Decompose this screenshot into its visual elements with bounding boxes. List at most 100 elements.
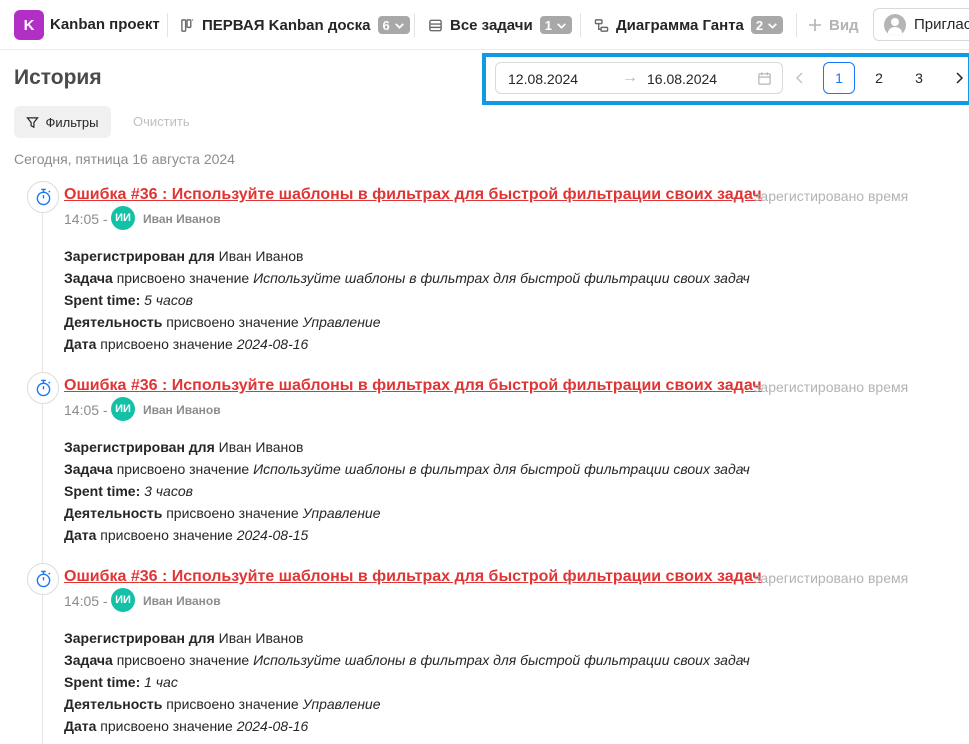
- entry-action: зарегистировано время: [754, 188, 909, 204]
- board-icon: [179, 17, 195, 33]
- gantt-count: 2: [755, 17, 764, 33]
- field-label: Дата: [64, 527, 97, 543]
- filter-icon: [26, 116, 40, 128]
- gantt-count-badge[interactable]: 2: [750, 16, 784, 34]
- field-value: 2024-08-16: [236, 718, 309, 734]
- field-label: Spent time:: [64, 292, 141, 308]
- field-label: Деятельность: [64, 696, 163, 712]
- field-value: Иван Иванов: [218, 439, 304, 455]
- project-avatar[interactable]: K: [14, 10, 44, 40]
- field-verb: присвоено значение: [116, 270, 250, 286]
- pagination-page[interactable]: 1: [823, 62, 855, 94]
- detail-registered-for: Зарегистрирован для Иван Иванов: [64, 630, 303, 646]
- chevron-down-icon: [768, 22, 778, 29]
- arrow-right-icon: →: [622, 69, 638, 86]
- field-label: Зарегистрирован для: [64, 248, 215, 264]
- detail-registered-for: Зарегистрирован для Иван Иванов: [64, 439, 303, 455]
- field-verb: присвоено значение: [116, 461, 250, 477]
- field-label: Деятельность: [64, 314, 163, 330]
- field-verb: присвоено значение: [166, 505, 299, 521]
- field-label: Spent time:: [64, 483, 141, 499]
- field-label: Зарегистрирован для: [64, 439, 215, 455]
- user-name: Иван Иванов: [143, 212, 221, 226]
- date-from-input[interactable]: 12.08.2024: [508, 71, 578, 87]
- field-value: 3 часов: [144, 483, 193, 499]
- clear-filters-button[interactable]: Очистить: [133, 114, 190, 129]
- field-label: Spent time:: [64, 674, 141, 690]
- issue-link[interactable]: Ошибка #36 : Используйте шаблоны в фильт…: [64, 377, 762, 395]
- field-value: Управление: [302, 505, 381, 521]
- field-value: Иван Иванов: [218, 248, 304, 264]
- board-count-badge[interactable]: 6: [377, 16, 410, 34]
- tasks-tab[interactable]: Все задачи 1: [427, 12, 572, 38]
- list-icon: [427, 17, 443, 33]
- detail-date: Дата присвоено значение 2024-08-15: [64, 527, 308, 543]
- detail-date: Дата присвоено значение 2024-08-16: [64, 336, 308, 352]
- field-label: Зарегистрирован для: [64, 630, 215, 646]
- detail-task: Задача присвоено значение Используйте ша…: [64, 461, 750, 477]
- chevron-down-icon: [557, 22, 566, 29]
- detail-activity: Деятельность присвоено значение Управлен…: [64, 696, 380, 712]
- detail-task: Задача присвоено значение Используйте ша…: [64, 270, 750, 286]
- pagination-next-button[interactable]: [950, 66, 968, 90]
- field-label: Дата: [64, 336, 97, 352]
- chevron-down-icon: [394, 22, 404, 29]
- invite-button[interactable]: Приглас: [873, 8, 969, 41]
- field-value: Используйте шаблоны в фильтрах для быстр…: [253, 270, 750, 286]
- detail-spent-time: Spent time: 3 часов: [64, 483, 193, 499]
- field-verb: присвоено значение: [166, 314, 299, 330]
- entry-time: 14:05 -: [64, 402, 108, 418]
- detail-spent-time: Spent time: 1 час: [64, 674, 178, 690]
- field-verb: присвоено значение: [166, 696, 299, 712]
- entry-action: зарегистировано время: [754, 570, 909, 586]
- user-name: Иван Иванов: [143, 403, 221, 417]
- filters-label: Фильтры: [45, 114, 99, 130]
- date-range-picker[interactable]: 12.08.2024 → 16.08.2024: [495, 62, 783, 94]
- field-value: 2024-08-16: [236, 336, 309, 352]
- field-value: Используйте шаблоны в фильтрах для быстр…: [253, 652, 750, 668]
- field-value: Управление: [302, 696, 381, 712]
- entry-time: 14:05 -: [64, 211, 108, 227]
- history-entry: Ошибка #36 : Используйте шаблоны в фильт…: [0, 372, 969, 563]
- detail-date: Дата присвоено значение 2024-08-16: [64, 718, 308, 734]
- field-value: Управление: [302, 314, 381, 330]
- user-avatar-icon: [884, 13, 906, 36]
- field-value: 1 час: [144, 674, 178, 690]
- field-label: Задача: [64, 461, 113, 477]
- date-to-input[interactable]: 16.08.2024: [647, 71, 717, 87]
- pagination-page[interactable]: 2: [863, 62, 895, 94]
- pagination-prev-button[interactable]: [790, 66, 810, 90]
- board-count: 6: [382, 17, 390, 33]
- date-group-heading: Сегодня, пятница 16 августа 2024: [14, 151, 235, 167]
- detail-activity: Деятельность присвоено значение Управлен…: [64, 314, 380, 330]
- top-navigation-bar: K Kanban проект ПЕРВАЯ Kanban доска 6 Вс…: [0, 0, 969, 50]
- user-avatar: ИИ: [111, 397, 135, 421]
- stopwatch-icon: [27, 563, 59, 595]
- detail-task: Задача присвоено значение Используйте ша…: [64, 652, 750, 668]
- tasks-count-badge[interactable]: 1: [539, 16, 572, 34]
- field-label: Дата: [64, 718, 97, 734]
- pagination-page[interactable]: 3: [903, 62, 935, 94]
- issue-link[interactable]: Ошибка #36 : Используйте шаблоны в фильт…: [64, 568, 762, 586]
- nav-divider: [167, 13, 168, 37]
- history-entry: Ошибка #36 : Используйте шаблоны в фильт…: [0, 563, 969, 744]
- detail-activity: Деятельность присвоено значение Управлен…: [64, 505, 380, 521]
- filters-button[interactable]: Фильтры: [14, 106, 111, 138]
- gantt-tab[interactable]: Диаграмма Ганта 2: [593, 12, 784, 38]
- gantt-icon: [593, 17, 609, 33]
- board-tab-label: ПЕРВАЯ Kanban доска: [202, 16, 371, 34]
- tasks-tab-label: Все задачи: [450, 16, 533, 34]
- field-value: 5 часов: [144, 292, 193, 308]
- board-tab[interactable]: ПЕРВАЯ Kanban доска 6: [179, 12, 410, 38]
- project-name[interactable]: Kanban проект: [50, 16, 160, 33]
- field-value: 2024-08-15: [236, 527, 309, 543]
- calendar-icon[interactable]: [757, 71, 772, 89]
- add-view-button[interactable]: Вид: [808, 12, 859, 38]
- detail-spent-time: Spent time: 5 часов: [64, 292, 193, 308]
- field-label: Деятельность: [64, 505, 163, 521]
- add-view-label: Вид: [829, 16, 859, 34]
- chevron-left-icon: [795, 72, 803, 84]
- field-verb: присвоено значение: [116, 652, 250, 668]
- issue-link[interactable]: Ошибка #36 : Используйте шаблоны в фильт…: [64, 186, 762, 204]
- stopwatch-icon: [27, 181, 59, 213]
